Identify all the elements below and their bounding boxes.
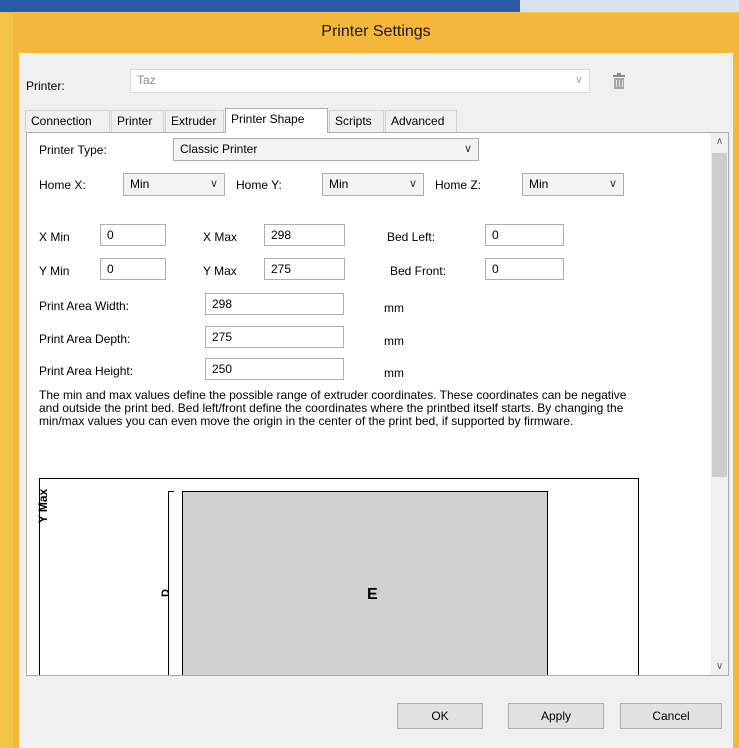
trash-icon[interactable] <box>612 73 626 89</box>
x-min-label: X Min <box>39 230 70 244</box>
tab-extruder[interactable]: Extruder <box>165 110 224 132</box>
home-z-value: Min <box>529 177 549 191</box>
home-x-select[interactable]: Min ∨ <box>123 173 225 196</box>
chevron-down-icon: ∨ <box>463 143 472 155</box>
chevron-down-icon: ∨ <box>574 74 583 86</box>
print-area-width-label: Print Area Width: <box>39 299 130 313</box>
ok-button[interactable]: OK <box>397 703 483 729</box>
x-max-label: X Max <box>203 230 238 244</box>
bed-front-input[interactable]: 0 <box>485 258 564 280</box>
printer-select[interactable]: Taz ∨ <box>130 69 590 93</box>
y-max-label: Y Max <box>203 264 237 278</box>
background-strip <box>0 0 520 12</box>
x-min-input[interactable]: 0 <box>100 224 166 246</box>
tab-printer-shape[interactable]: Printer Shape <box>225 108 328 133</box>
tab-scripts[interactable]: Scripts <box>329 110 384 132</box>
vertical-scrollbar[interactable]: ∧ ∨ <box>711 133 728 675</box>
bed-front-label: Bed Front: <box>390 264 447 278</box>
x-max-input[interactable]: 298 <box>264 224 345 246</box>
printer-type-value: Classic Printer <box>180 142 258 156</box>
printer-shape-diagram: Y Max D E <box>36 478 639 675</box>
apply-button[interactable]: Apply <box>508 703 604 729</box>
home-z-select[interactable]: Min ∨ <box>522 173 624 196</box>
bed-left-input[interactable]: 0 <box>485 224 564 246</box>
width-unit: mm <box>384 301 404 315</box>
dialog-client-area: Printer: Taz ∨ Connection Printer Extrud… <box>19 53 733 748</box>
print-area-height-input[interactable]: 250 <box>205 358 344 380</box>
y-min-label: Y Min <box>39 264 70 278</box>
print-area-depth-label: Print Area Depth: <box>39 332 131 346</box>
print-area-depth-input[interactable]: 275 <box>205 326 344 348</box>
scroll-down-icon[interactable]: ∨ <box>711 658 728 675</box>
depth-unit: mm <box>384 334 404 348</box>
depth-dimension-tick <box>168 491 174 492</box>
depth-dimension-label: D <box>159 589 172 597</box>
scroll-up-icon[interactable]: ∧ <box>711 133 728 150</box>
height-unit: mm <box>384 366 404 380</box>
home-x-value: Min <box>130 177 150 191</box>
print-area-height-label: Print Area Height: <box>39 364 134 378</box>
print-bed <box>182 491 548 675</box>
chevron-down-icon: ∨ <box>408 178 417 190</box>
home-z-label: Home Z: <box>435 178 482 192</box>
tab-advanced[interactable]: Advanced <box>385 110 457 132</box>
printer-select-value: Taz <box>137 73 156 87</box>
cancel-button[interactable]: Cancel <box>620 703 722 729</box>
tab-connection[interactable]: Connection <box>25 110 110 132</box>
y-max-input[interactable]: 275 <box>264 258 345 280</box>
chevron-down-icon: ∨ <box>608 178 617 190</box>
tab-printer[interactable]: Printer <box>111 110 164 132</box>
depth-dimension-line <box>168 491 169 675</box>
printer-settings-window: Printer Settings Printer: Taz ∨ Connecti… <box>13 13 739 748</box>
home-y-select[interactable]: Min ∨ <box>322 173 424 196</box>
home-x-label: Home X: <box>39 178 86 192</box>
background-strip-right <box>520 0 739 12</box>
printer-type-label: Printer Type: <box>39 143 107 157</box>
printer-type-select[interactable]: Classic Printer ∨ <box>173 138 479 161</box>
scrollbar-thumb[interactable] <box>712 153 727 477</box>
background-window <box>0 0 739 12</box>
bed-left-label: Bed Left: <box>387 230 436 244</box>
printer-shape-panel: Printer Type: Classic Printer ∨ Home X: … <box>26 132 729 676</box>
printer-label: Printer: <box>26 79 65 93</box>
print-bed-label: E <box>367 586 378 603</box>
home-y-label: Home Y: <box>236 178 282 192</box>
home-y-value: Min <box>329 177 349 191</box>
y-max-axis-label: Y Max <box>36 488 51 524</box>
shape-description: The min and max values define the possib… <box>39 388 627 428</box>
print-area-width-input[interactable]: 298 <box>205 293 344 315</box>
chevron-down-icon: ∨ <box>209 178 218 190</box>
y-min-input[interactable]: 0 <box>100 258 166 280</box>
window-title: Printer Settings <box>321 23 431 40</box>
